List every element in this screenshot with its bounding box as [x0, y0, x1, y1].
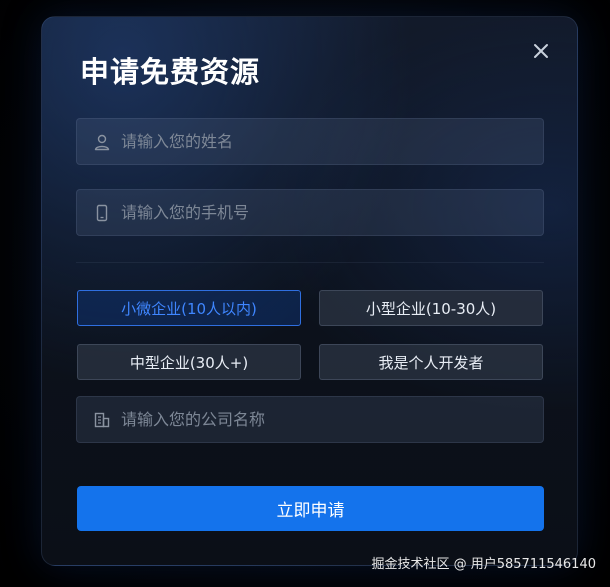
watermark: 掘金技术社区 @ 用户585711546140: [371, 557, 596, 572]
option-label: 小微企业(10人以内): [121, 299, 257, 318]
company-field[interactable]: [76, 396, 544, 443]
option-medium-enterprise[interactable]: 中型企业(30人+): [77, 344, 301, 380]
divider: [76, 262, 544, 263]
mobile-phone-icon: [96, 204, 108, 221]
user-icon: [94, 134, 110, 150]
phone-input[interactable]: [121, 203, 521, 222]
option-micro-enterprise[interactable]: 小微企业(10人以内): [77, 290, 301, 326]
option-small-enterprise[interactable]: 小型企业(10-30人): [319, 290, 543, 326]
company-input[interactable]: [121, 410, 521, 429]
building-icon: [94, 412, 110, 427]
phone-field[interactable]: [76, 189, 544, 236]
close-button[interactable]: [531, 41, 551, 61]
option-label: 小型企业(10-30人): [365, 299, 497, 318]
option-label: 我是个人开发者: [378, 353, 484, 372]
name-field[interactable]: [76, 118, 544, 165]
close-icon: [534, 44, 548, 58]
apply-resource-modal: 申请免费资源 小微企业(10人以内): [41, 16, 578, 566]
option-individual-developer[interactable]: 我是个人开发者: [319, 344, 543, 380]
option-label: 中型企业(30人+): [129, 353, 249, 372]
name-input[interactable]: [121, 132, 521, 151]
submit-button[interactable]: 立即申请: [77, 486, 544, 531]
page-background: 申请免费资源 小微企业(10人以内): [0, 0, 610, 587]
modal-title: 申请免费资源: [80, 55, 261, 89]
